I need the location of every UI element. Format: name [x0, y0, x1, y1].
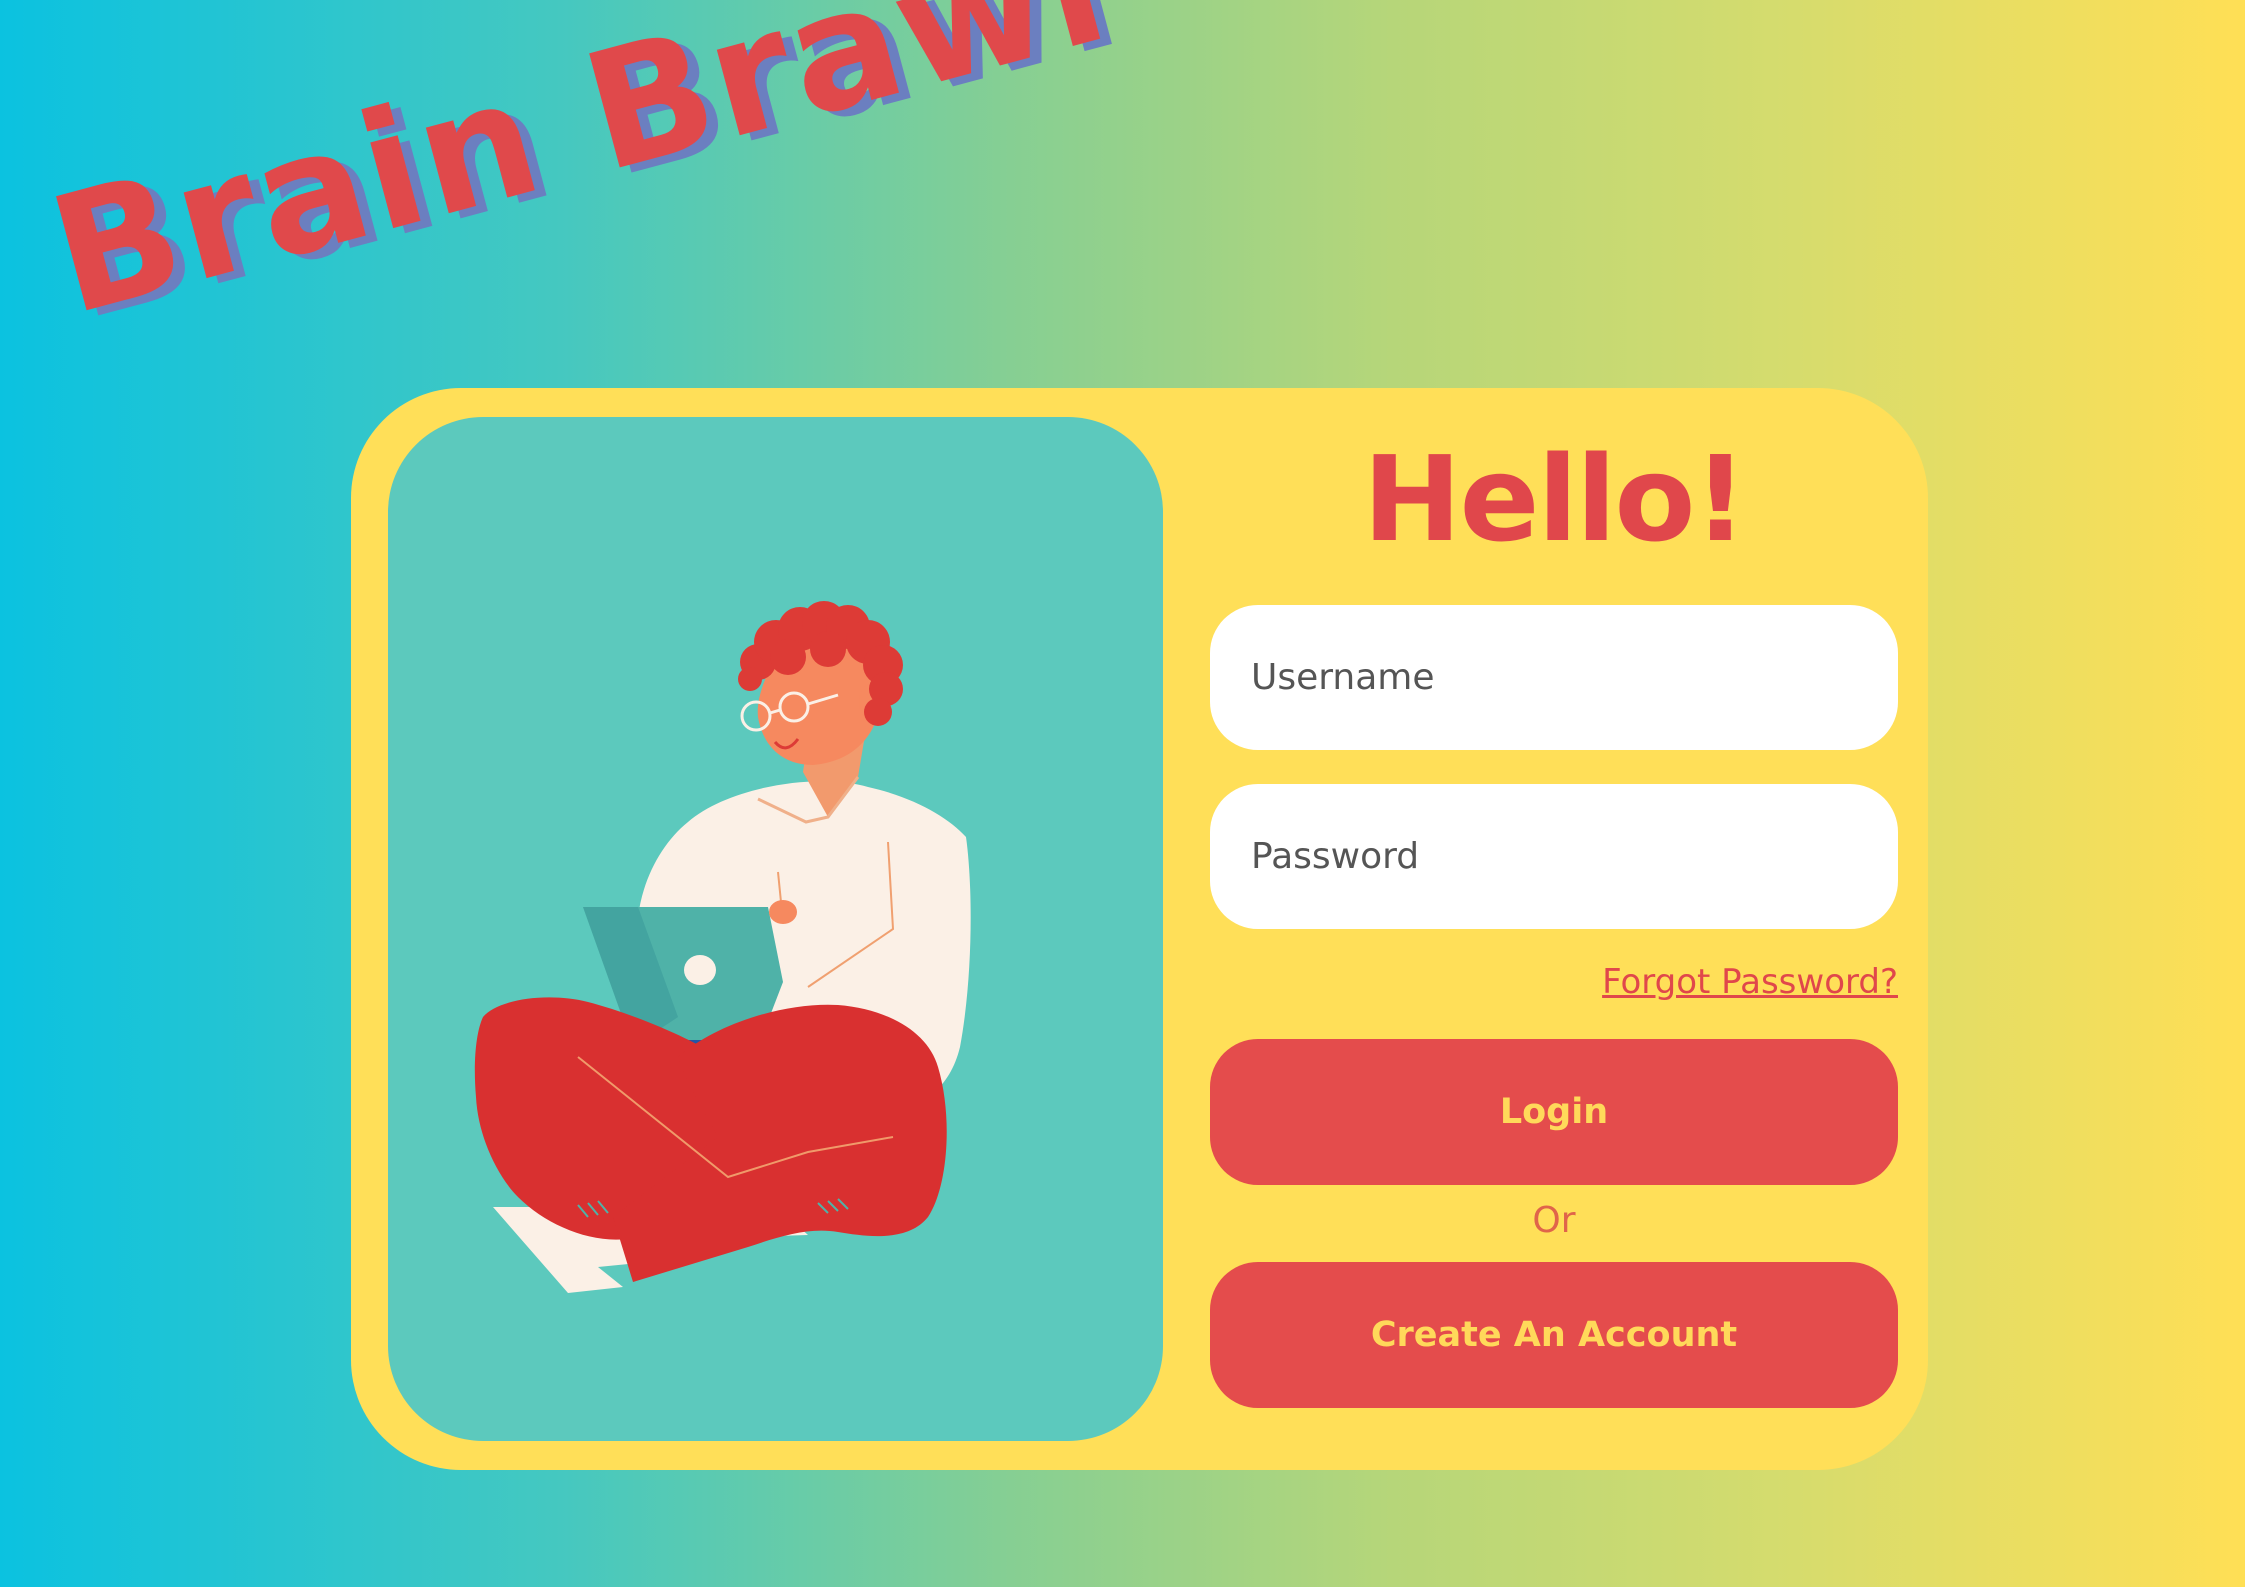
- username-input[interactable]: [1249, 656, 1898, 699]
- or-divider-label: Or: [1532, 1200, 1576, 1241]
- username-field-container: [1210, 605, 1898, 750]
- person-with-laptop-illustration: [474, 601, 971, 1293]
- login-card: Hello! Forgot Password? Login Or Create …: [351, 388, 1928, 1470]
- greeting-heading: Hello!: [1362, 430, 1748, 568]
- login-button[interactable]: Login: [1210, 1039, 1898, 1185]
- password-input[interactable]: [1249, 835, 1898, 878]
- login-form: Hello! Forgot Password? Login Or Create …: [1210, 388, 1898, 1470]
- password-field-container: [1210, 784, 1898, 929]
- brain-brawl-logo: Brain Brawl: [33, 0, 1126, 352]
- illustration-panel: [388, 417, 1163, 1441]
- create-account-button[interactable]: Create An Account: [1210, 1262, 1898, 1408]
- forgot-password-link[interactable]: Forgot Password?: [1602, 962, 1898, 1002]
